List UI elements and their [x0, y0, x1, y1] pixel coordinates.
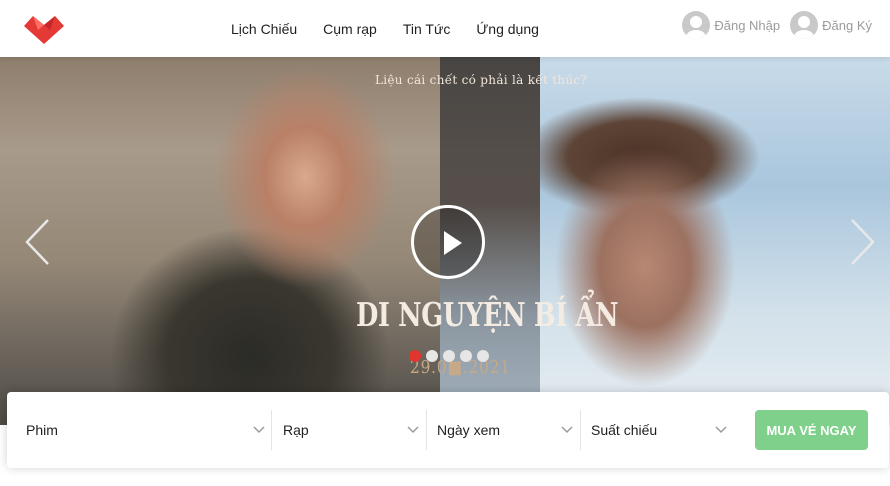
nav-item-cinemas[interactable]: Cụm rạp: [323, 21, 377, 37]
main-nav: Lịch Chiếu Cụm rạp Tin Tức Ứng dụng: [218, 0, 552, 57]
banner-movie-title: DI NGUYỆN BÍ ẨN: [356, 295, 619, 334]
heart-logo-icon[interactable]: [22, 12, 66, 46]
nav-item-apps[interactable]: Ứng dụng: [476, 21, 539, 37]
login-link[interactable]: Đăng Nhập: [682, 11, 780, 39]
avatar-icon: [790, 11, 819, 39]
banner-image-right: [540, 57, 890, 425]
date-select-label: Ngày xem: [437, 422, 501, 438]
divider: [580, 410, 581, 450]
login-label: Đăng Nhập: [714, 17, 781, 33]
chevron-left-icon[interactable]: [22, 217, 56, 267]
hero-carousel: Liệu cái chết có phải là kết thúc? DI NG…: [0, 57, 890, 425]
chevron-down-icon: [407, 426, 419, 434]
chevron-down-icon: [561, 426, 573, 434]
movie-select[interactable]: Phim: [26, 407, 269, 453]
carousel-dot[interactable]: [477, 350, 489, 362]
auth-links: Đăng Nhập Đăng Ký: [672, 11, 872, 39]
carousel-dots: [409, 350, 494, 362]
play-trailer-button[interactable]: [411, 205, 485, 279]
carousel-dot[interactable]: [443, 350, 455, 362]
buy-ticket-button[interactable]: MUA VÉ NGAY: [755, 410, 868, 450]
divider: [426, 410, 427, 450]
carousel-dot[interactable]: [460, 350, 472, 362]
movie-select-label: Phim: [26, 422, 58, 438]
chevron-right-icon[interactable]: [844, 217, 878, 267]
cinema-select[interactable]: Rạp: [283, 407, 423, 453]
chevron-down-icon: [715, 426, 727, 434]
divider: [271, 410, 272, 450]
showtime-select-label: Suất chiếu: [591, 422, 658, 438]
carousel-dot[interactable]: [426, 350, 438, 362]
register-link[interactable]: Đăng Ký: [790, 11, 872, 39]
nav-item-showtimes[interactable]: Lịch Chiếu: [231, 21, 297, 37]
carousel-dot[interactable]: [409, 350, 421, 362]
showtime-select[interactable]: Suất chiếu: [591, 407, 731, 453]
chevron-down-icon: [253, 426, 265, 434]
banner-tagline: Liệu cái chết có phải là kết thúc?: [375, 73, 588, 87]
header: Lịch Chiếu Cụm rạp Tin Tức Ứng dụng Đăng…: [0, 0, 890, 57]
booking-search-bar: Phim Rạp Ngày xem Suất chiếu MUA VÉ NGAY: [7, 392, 889, 468]
register-label: Đăng Ký: [822, 17, 872, 33]
avatar-icon: [682, 11, 711, 39]
nav-item-news[interactable]: Tin Tức: [403, 21, 451, 37]
cinema-select-label: Rạp: [283, 422, 309, 438]
date-select[interactable]: Ngày xem: [437, 407, 577, 453]
